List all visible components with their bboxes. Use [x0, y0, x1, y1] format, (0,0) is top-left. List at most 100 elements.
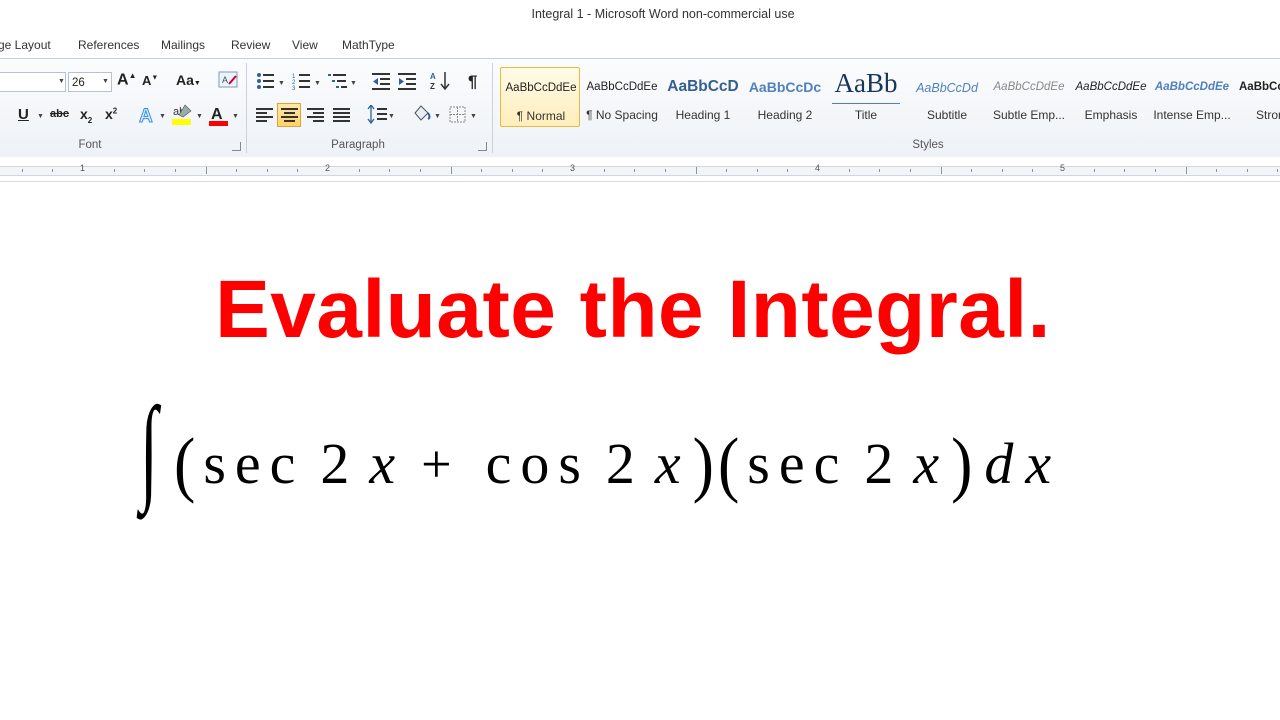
subscript-icon[interactable]: x2 — [80, 106, 92, 125]
ruler-tick — [297, 168, 299, 172]
style-heading-1[interactable]: AaBbCcD Heading 1 — [663, 67, 743, 127]
window-title: Integral 1 - Microsoft Word non-commerci… — [531, 7, 795, 21]
font-name-combo[interactable] — [0, 72, 66, 92]
show-hide-formatting-icon[interactable]: ¶ — [468, 72, 477, 92]
document-page[interactable]: Evaluate the Integral. ∫ ( sec 2 x + cos… — [0, 182, 1280, 720]
font-group-label: Font — [78, 139, 102, 151]
ruler-tick — [695, 166, 697, 174]
style-sample: AaBb — [834, 68, 898, 98]
ruler-tick — [542, 168, 544, 172]
sec-function: sec — [747, 431, 849, 496]
font-size-dropdown-icon[interactable]: ▼ — [102, 78, 109, 85]
font-name-dropdown-icon[interactable]: ▼ — [58, 78, 65, 85]
style-name: Emphasis — [1084, 108, 1138, 122]
superscript-icon[interactable]: x2 — [105, 106, 117, 122]
style-sample: AaBbCcDdEe — [993, 81, 1065, 93]
title-bar: Integral 1 - Microsoft Word non-commerci… — [0, 0, 1280, 30]
paragraph-group-label: Paragraph — [331, 139, 385, 151]
style-no-spacing[interactable]: AaBbCcDdEe ¶ No Spacing — [582, 67, 662, 127]
ruler-tick — [205, 166, 207, 174]
grow-font-icon[interactable]: A▲ — [117, 71, 136, 89]
svg-text:A: A — [222, 75, 228, 85]
shading-dropdown-icon[interactable]: ▼ — [434, 113, 441, 120]
font-color-dropdown-icon[interactable]: ▼ — [232, 113, 239, 120]
text-effects-icon[interactable]: A — [137, 103, 159, 128]
ruler-tick — [726, 168, 728, 172]
style-strong[interactable]: AaBbCc Stron — [1234, 67, 1280, 127]
ruler-tick — [603, 168, 605, 172]
tab-review[interactable]: Review — [231, 38, 270, 52]
ruler-number: 5 — [1060, 163, 1066, 173]
ruler-tick — [1154, 168, 1156, 172]
group-separator — [246, 63, 247, 153]
line-spacing-dropdown-icon[interactable]: ▼ — [388, 113, 395, 120]
bullets-icon[interactable] — [256, 72, 276, 90]
shading-icon[interactable] — [410, 103, 432, 125]
variable-x: x — [1025, 431, 1052, 496]
ruler-number: 3 — [570, 163, 576, 173]
underline-icon[interactable]: U — [18, 106, 29, 123]
style-sample: AaBbCcDdEe — [505, 82, 577, 94]
bullets-dropdown-icon[interactable]: ▼ — [278, 80, 285, 87]
ribbon-tabs: ge Layout References Mailings Review Vie… — [0, 30, 1280, 58]
ruler-tick — [113, 168, 115, 172]
style-sample: AaBbCcD — [667, 78, 739, 95]
ruler-number: 2 — [325, 163, 331, 173]
tab-mathtype[interactable]: MathType — [342, 38, 395, 52]
clear-formatting-icon[interactable]: A — [218, 70, 240, 90]
justify-icon[interactable] — [333, 107, 351, 123]
text-effects-dropdown-icon[interactable]: ▼ — [159, 113, 166, 120]
text-highlight-icon[interactable]: ab — [171, 103, 193, 127]
numbering-icon[interactable]: 1 2 3 — [292, 72, 312, 90]
align-center-button[interactable] — [277, 103, 301, 127]
borders-icon[interactable] — [449, 106, 467, 124]
close-paren: ) — [692, 422, 714, 505]
align-right-icon[interactable] — [307, 107, 325, 123]
style-title[interactable]: AaBb Title — [826, 67, 906, 127]
numbering-dropdown-icon[interactable]: ▼ — [314, 80, 321, 87]
ruler-tick — [1124, 168, 1126, 172]
align-left-icon[interactable] — [256, 107, 274, 123]
style-intense-emphasis[interactable]: AaBbCcDdEe Intense Emp... — [1152, 67, 1232, 127]
sec-function: sec — [203, 431, 305, 496]
style-normal[interactable]: AaBbCcDdEe ¶ Normal — [500, 67, 580, 127]
tab-page-layout[interactable]: ge Layout — [0, 38, 51, 52]
style-sample: AaBbCcDdEe — [586, 81, 658, 93]
ruler-tick — [634, 168, 636, 172]
underline-dropdown-icon[interactable]: ▼ — [37, 113, 44, 120]
tab-references[interactable]: References — [78, 38, 139, 52]
differential-d: d — [984, 431, 1014, 496]
sort-icon[interactable]: A Z — [430, 70, 452, 92]
paragraph-dialog-launcher-icon[interactable] — [478, 142, 487, 151]
ruler-tick — [848, 168, 850, 172]
strikethrough-icon[interactable]: abc — [50, 108, 69, 120]
font-color-icon[interactable]: A — [208, 103, 230, 127]
tab-mailings[interactable]: Mailings — [161, 38, 205, 52]
font-dialog-launcher-icon[interactable] — [232, 142, 241, 151]
tab-view[interactable]: View — [292, 38, 318, 52]
variable-x: x — [654, 431, 681, 496]
change-case-icon[interactable]: Aa▼ — [176, 72, 201, 88]
style-name: ¶ No Spacing — [586, 108, 658, 122]
multilevel-dropdown-icon[interactable]: ▼ — [350, 80, 357, 87]
style-heading-2[interactable]: AaBbCcDc Heading 2 — [745, 67, 825, 127]
horizontal-ruler[interactable]: 1 2 3 4 5 — [0, 157, 1280, 182]
style-subtle-emphasis[interactable]: AaBbCcDdEe Subtle Emp... — [989, 67, 1069, 127]
shrink-font-icon[interactable]: A▼ — [142, 73, 158, 88]
borders-dropdown-icon[interactable]: ▼ — [470, 113, 477, 120]
style-subtitle[interactable]: AaBbCcDd Subtitle — [907, 67, 987, 127]
increase-indent-icon[interactable] — [398, 72, 418, 90]
line-spacing-icon[interactable] — [367, 105, 389, 125]
coefficient-2: 2 — [605, 431, 635, 496]
style-emphasis[interactable]: AaBbCcDdEe Emphasis — [1071, 67, 1151, 127]
ruler-tick — [1032, 168, 1034, 172]
style-name: Title — [854, 108, 878, 122]
open-paren: ( — [717, 422, 740, 505]
style-name: Intense Emp... — [1153, 108, 1231, 122]
decrease-indent-icon[interactable] — [372, 72, 392, 90]
multilevel-list-icon[interactable] — [328, 72, 348, 90]
ruler-tick — [909, 168, 911, 172]
ruler-number: 1 — [80, 163, 86, 173]
highlight-dropdown-icon[interactable]: ▼ — [196, 113, 203, 120]
ruler-strip — [0, 166, 1280, 176]
